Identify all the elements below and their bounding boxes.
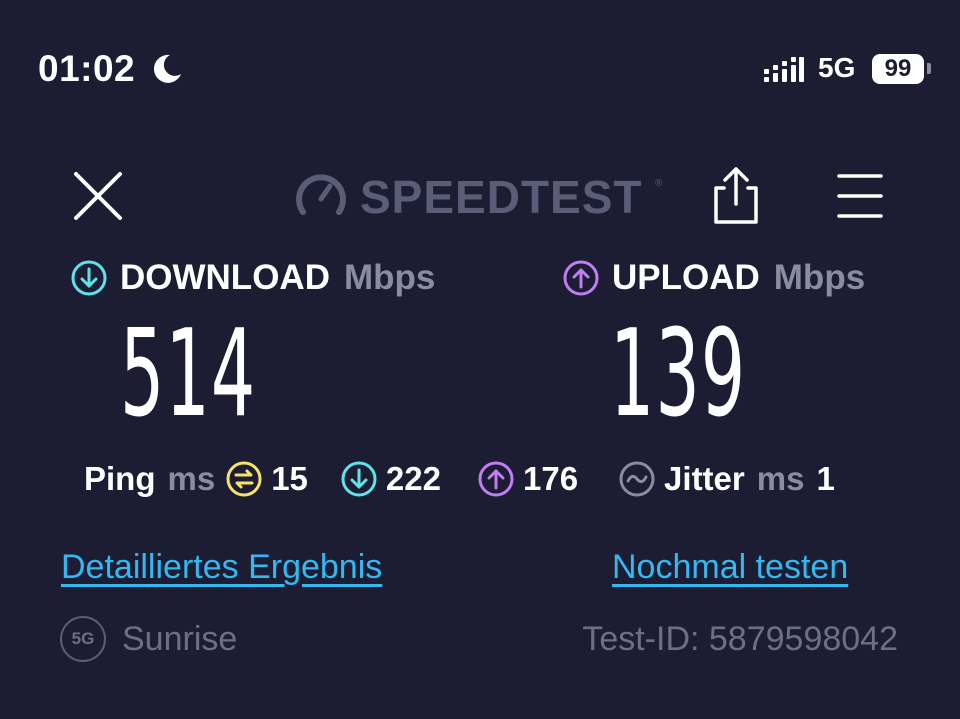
download-unit: Mbps [343,258,436,297]
speedtest-logo-text: SPEEDTEST [360,171,643,223]
status-time: 01:02 [38,48,136,89]
jitter-value: 1 [816,460,835,497]
jitter-unit: ms [756,460,805,497]
ping-label: Ping [84,460,156,497]
close-button[interactable] [70,168,126,224]
battery-level: 99 [884,55,912,82]
jitter-label: Jitter [664,460,745,497]
upload-label: UPLOAD [612,258,760,297]
battery-tip [927,63,931,74]
download-heading: DOWNLOAD Mbps [70,258,435,298]
upload-ping-icon [478,461,514,497]
share-icon [714,167,758,224]
idle-ping-icon [226,461,262,497]
5g-badge-label: 5G [71,629,95,648]
test-id: Test-ID: 5879598042 [582,620,898,658]
close-icon [74,172,122,220]
battery-indicator: 99 [872,54,924,84]
download-ping-value: 222 [385,460,441,497]
download-speed-value: 514 [120,305,257,444]
detailed-result-link[interactable]: Detailliertes Ergebnis [61,548,382,587]
provider-name: Sunrise [122,620,238,658]
signal-icon [764,57,804,82]
menu-icon [837,174,883,218]
upload-speed-value: 139 [610,305,747,444]
network-type: 5G [818,52,856,83]
upload-unit: Mbps [773,258,866,297]
idle-ping-value: 15 [271,460,308,497]
download-ping-icon [341,461,377,497]
arrow-up-circle-icon [563,260,599,296]
share-button[interactable] [708,164,764,228]
5g-badge-icon: 5G [60,616,106,662]
jitter-icon [619,461,655,497]
arrow-down-circle-icon [71,260,107,296]
ping-row: Ping ms 15 222 176 Jitter ms 1 [84,460,835,498]
test-again-link[interactable]: Nochmal testen [612,548,848,587]
upload-ping-value: 176 [522,460,579,497]
speedtest-logo-mark: ® [655,178,663,189]
menu-button[interactable] [835,172,885,220]
upload-heading: UPLOAD Mbps [562,258,865,298]
ping-unit: ms [167,460,216,497]
speedtest-gauge-icon [296,174,346,215]
moon-icon [153,54,181,83]
download-label: DOWNLOAD [120,258,330,297]
